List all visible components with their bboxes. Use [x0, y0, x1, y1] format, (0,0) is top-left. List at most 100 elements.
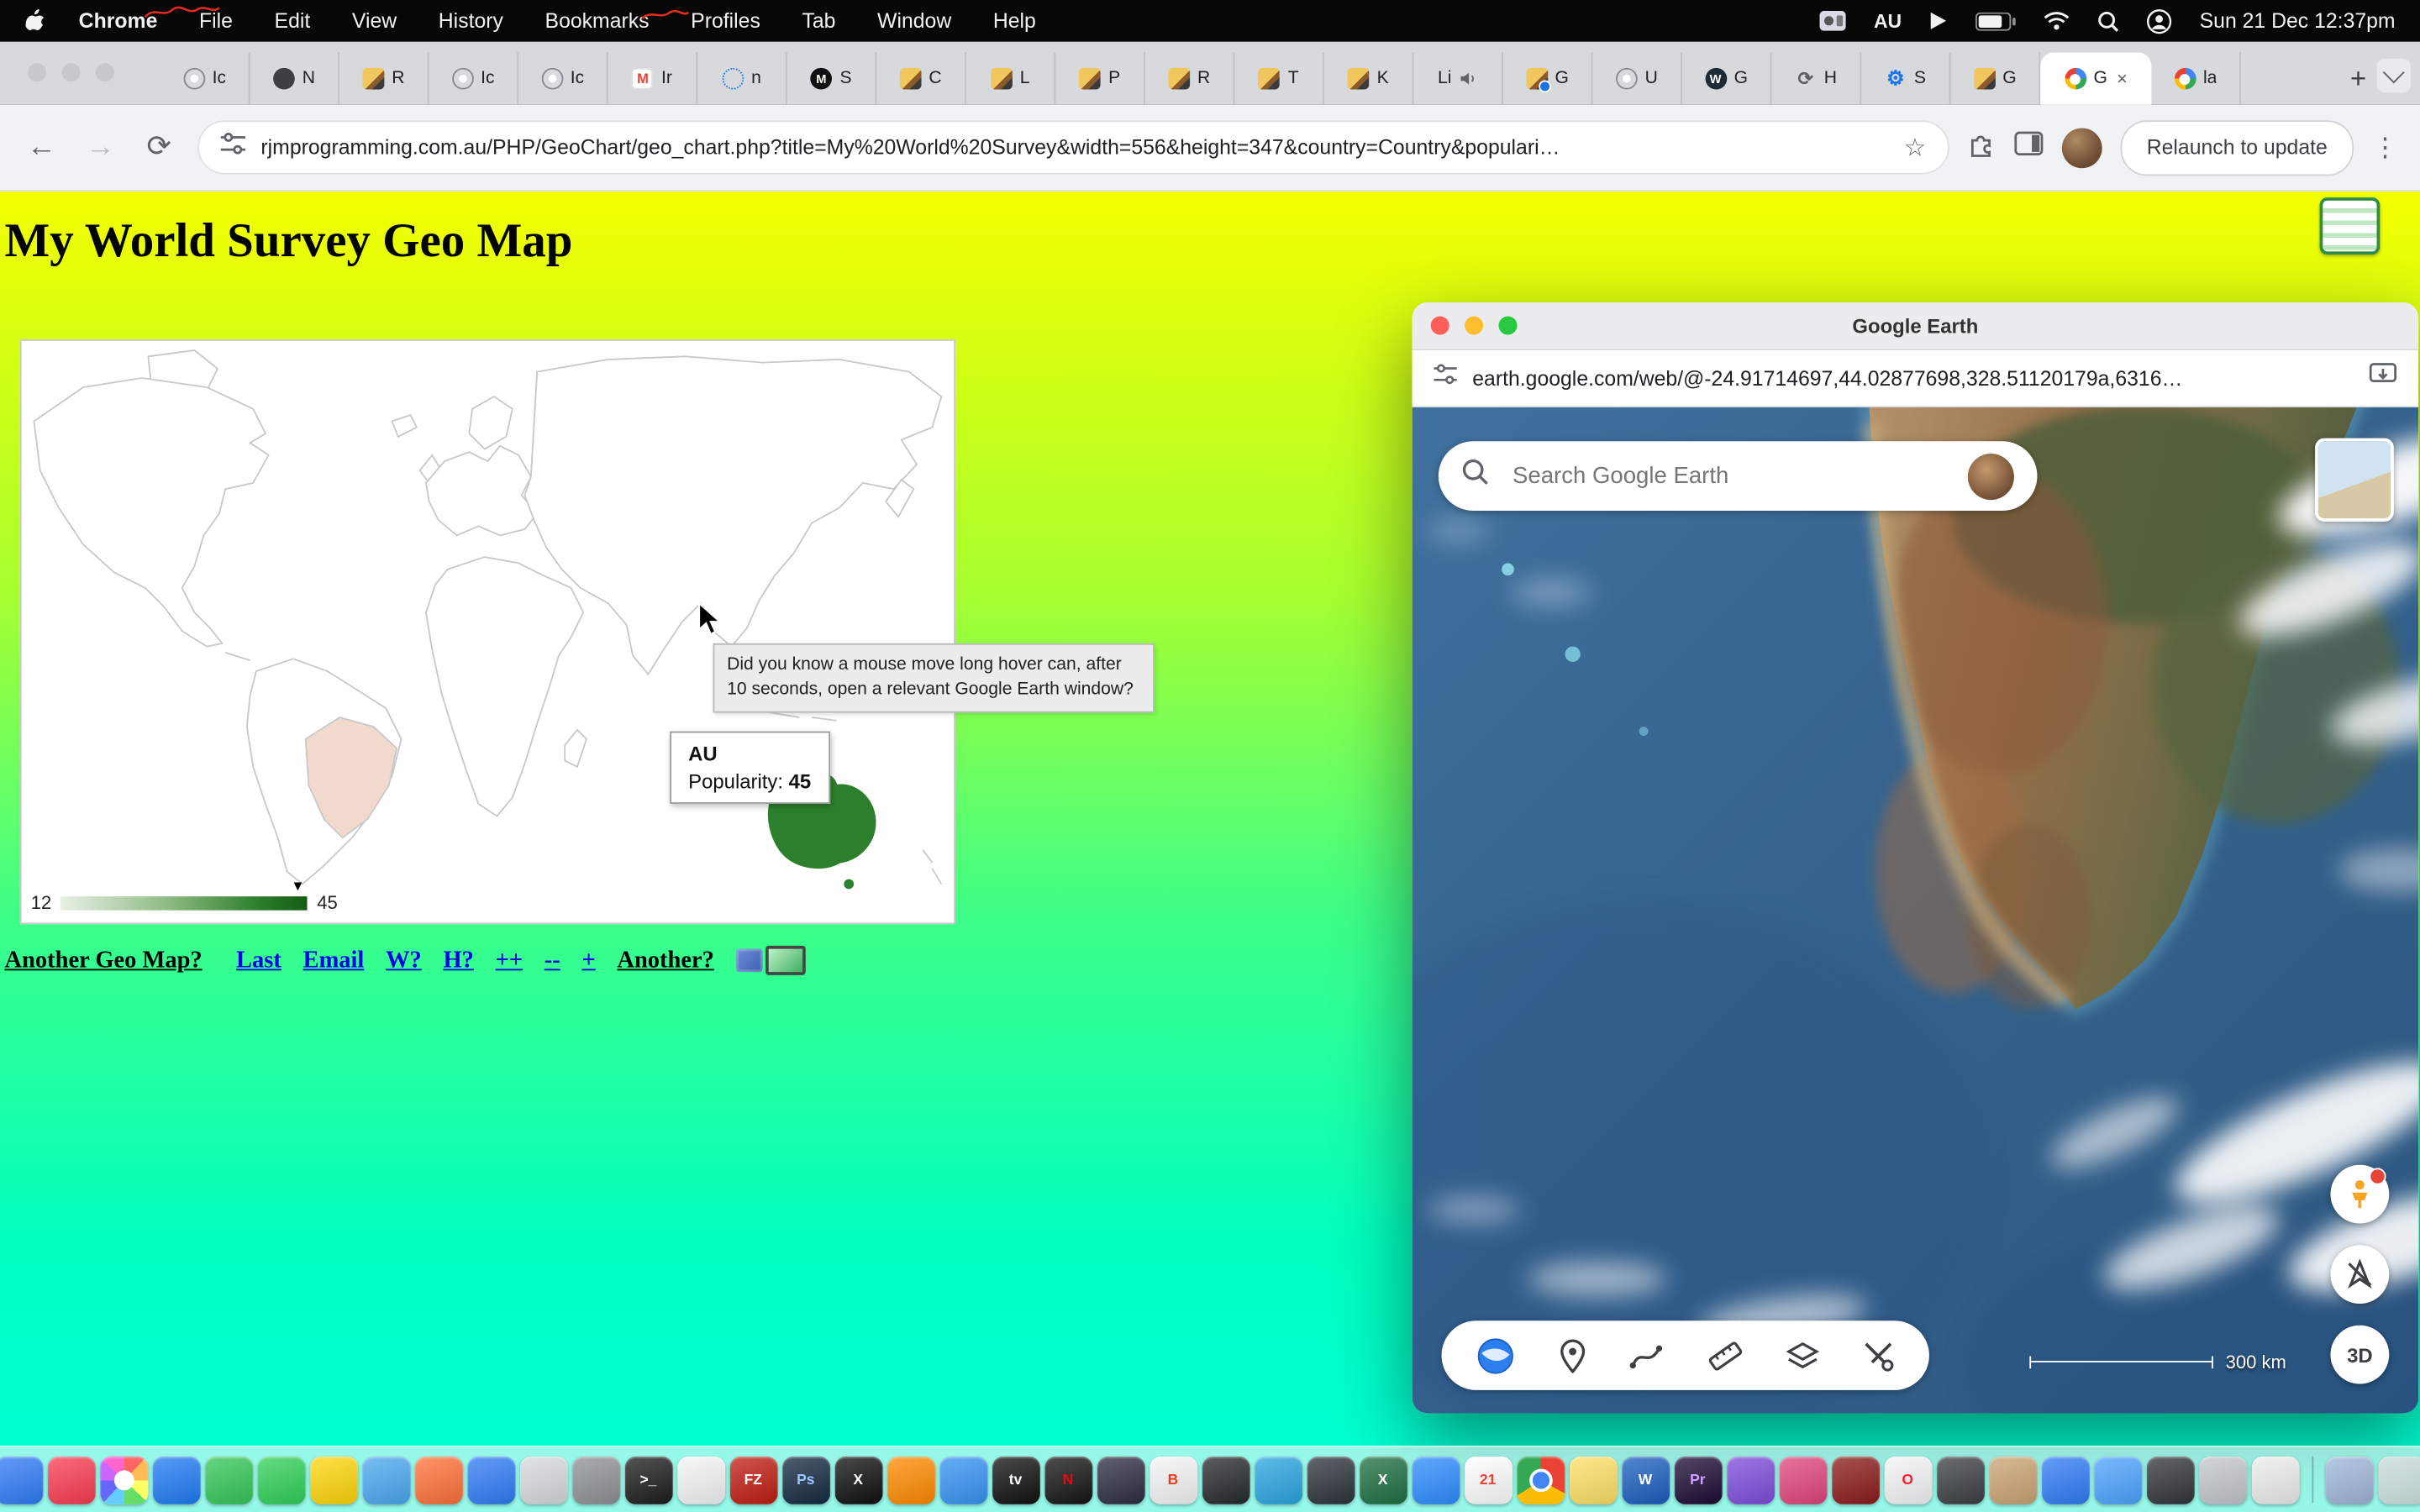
dock-safari[interactable] [939, 1456, 987, 1504]
dock-keyboard-viewer[interactable] [2198, 1456, 2246, 1504]
menu-item-file[interactable]: File [199, 9, 233, 33]
play-icon[interactable] [1929, 11, 1948, 31]
wifi-icon[interactable] [2044, 11, 2070, 31]
dock-terminal[interactable]: >_ [624, 1456, 672, 1504]
apple-logo-icon[interactable] [24, 9, 45, 33]
dock-chrome[interactable] [1517, 1456, 1565, 1504]
dock-protonvpn[interactable] [1097, 1456, 1144, 1504]
tab-overflow-button[interactable] [2377, 59, 2411, 92]
dock-photos[interactable] [99, 1456, 147, 1504]
window-close-button[interactable] [28, 63, 46, 81]
tab-c[interactable]: C [876, 52, 966, 104]
dock-github[interactable] [1202, 1456, 1249, 1504]
earth-search-input[interactable] [1509, 461, 1948, 491]
url-text[interactable]: rjmprogramming.com.au/PHP/GeoChart/geo_c… [260, 136, 1888, 160]
battery-icon[interactable] [1975, 12, 2016, 30]
dock-textedit[interactable] [676, 1456, 724, 1504]
tab-g[interactable]: G [1503, 52, 1593, 104]
dock-zoom[interactable] [1412, 1456, 1460, 1504]
side-panel-icon[interactable] [2014, 131, 2044, 164]
dock-appletv[interactable]: tv [992, 1456, 1039, 1504]
earth-close-button[interactable] [1431, 317, 1449, 335]
link-another-geo-map-[interactable]: Another Geo Map? [5, 947, 203, 974]
tab-ir[interactable]: MIr [608, 52, 698, 104]
extension-icon[interactable] [1968, 129, 1996, 165]
tab-s[interactable]: ⚙S [1861, 52, 1951, 104]
overview-minimap[interactable] [2315, 438, 2394, 522]
dock-messages[interactable] [257, 1456, 305, 1504]
dock-telegram[interactable] [1254, 1456, 1302, 1504]
tab-li[interactable]: Li [1413, 52, 1503, 104]
earth-minimize-button[interactable] [1465, 317, 1483, 335]
earth-site-settings-icon[interactable] [1434, 364, 1457, 391]
dock-maps[interactable] [204, 1456, 252, 1504]
tab-g[interactable]: G× [2040, 52, 2151, 104]
pegman-button[interactable] [2330, 1165, 2389, 1224]
menu-item-edit[interactable]: Edit [275, 9, 311, 33]
geochart-map[interactable]: 12 ▼ 45 [20, 339, 955, 924]
reload-button[interactable]: ⟳ [139, 129, 179, 165]
link-h-[interactable]: H? [443, 947, 473, 974]
location-off-button[interactable] [2330, 1245, 2389, 1304]
tab-n[interactable]: N [250, 52, 340, 104]
dock-netflix[interactable]: N [1044, 1456, 1092, 1504]
dock-excel[interactable]: X [1359, 1456, 1407, 1504]
tab-s[interactable]: MS [787, 52, 877, 104]
earth-zoom-button[interactable] [1498, 317, 1517, 335]
dock-docker[interactable] [1307, 1456, 1355, 1504]
tab-n[interactable]: n [697, 52, 787, 104]
tab-h[interactable]: ⟳H [1772, 52, 1862, 104]
dock-firefox[interactable] [414, 1456, 462, 1504]
tab-r[interactable]: R [1145, 52, 1235, 104]
dock-vlc[interactable] [886, 1456, 934, 1504]
dock-filezilla[interactable]: FZ [729, 1456, 777, 1504]
tab-g[interactable]: G [1951, 52, 2041, 104]
dock-brave[interactable]: B [1149, 1456, 1197, 1504]
profile-avatar[interactable] [2062, 128, 2102, 168]
map-style-globe-button[interactable] [1475, 1336, 1515, 1376]
3d-view-button[interactable]: 3D [2330, 1326, 2389, 1384]
spotlight-search-icon[interactable] [2097, 10, 2119, 32]
link--[interactable]: -- [544, 947, 560, 974]
tab-g[interactable]: WG [1682, 52, 1772, 104]
dock-calculator[interactable] [572, 1456, 620, 1504]
link-last[interactable]: Last [236, 947, 281, 974]
dock-mail[interactable] [152, 1456, 200, 1504]
dock-folder[interactable] [2094, 1456, 2142, 1504]
address-bar[interactable]: rjmprogramming.com.au/PHP/GeoChart/geo_c… [197, 120, 1949, 174]
tab-ic[interactable]: Ic [160, 52, 250, 104]
menu-item-profiles[interactable]: Profiles [691, 9, 760, 33]
dock-weather[interactable] [362, 1456, 410, 1504]
menu-item-tab[interactable]: Tab [802, 9, 835, 33]
link-email[interactable]: Email [303, 947, 365, 974]
link-another-[interactable]: Another? [617, 947, 713, 974]
dock-notes-white[interactable] [2251, 1456, 2299, 1504]
dock-photoshop[interactable]: Ps [781, 1456, 829, 1504]
dock-pencil-set[interactable] [1936, 1456, 1984, 1504]
chrome-menu-icon[interactable]: ⋮ [2372, 132, 2398, 163]
dock-word[interactable]: W [1621, 1456, 1669, 1504]
forward-button[interactable]: → [81, 130, 121, 164]
window-minimize-button[interactable] [61, 63, 80, 81]
menu-item-help[interactable]: Help [993, 9, 1036, 33]
menu-item-bookmarks[interactable]: Bookmarks [545, 9, 650, 33]
dock-redapp[interactable] [1831, 1456, 1879, 1504]
menu-item-history[interactable]: History [439, 9, 503, 33]
menu-item-view[interactable]: View [352, 9, 397, 33]
tab-close-icon[interactable]: × [2117, 68, 2128, 90]
measure-ruler-button[interactable] [1707, 1338, 1744, 1372]
new-tab-button[interactable]: + [2337, 57, 2380, 100]
open-in-browser-icon[interactable] [2369, 362, 2396, 395]
dock-slack[interactable] [1726, 1456, 1774, 1504]
earth-title-bar[interactable]: Google Earth [1413, 302, 2419, 350]
link-w-[interactable]: W? [386, 947, 422, 974]
dock-premiere[interactable]: Pr [1674, 1456, 1722, 1504]
tab-k[interactable]: K [1324, 52, 1414, 104]
tab-t[interactable]: T [1234, 52, 1324, 104]
dock-x[interactable]: X [834, 1456, 882, 1504]
tab-l[interactable]: L [966, 52, 1056, 104]
dock-browser[interactable] [2041, 1456, 2089, 1504]
earth-map-view[interactable]: 300 km 3D [1413, 407, 2419, 1414]
earth-account-avatar[interactable] [1968, 453, 2014, 499]
dock-appstore[interactable] [467, 1456, 515, 1504]
